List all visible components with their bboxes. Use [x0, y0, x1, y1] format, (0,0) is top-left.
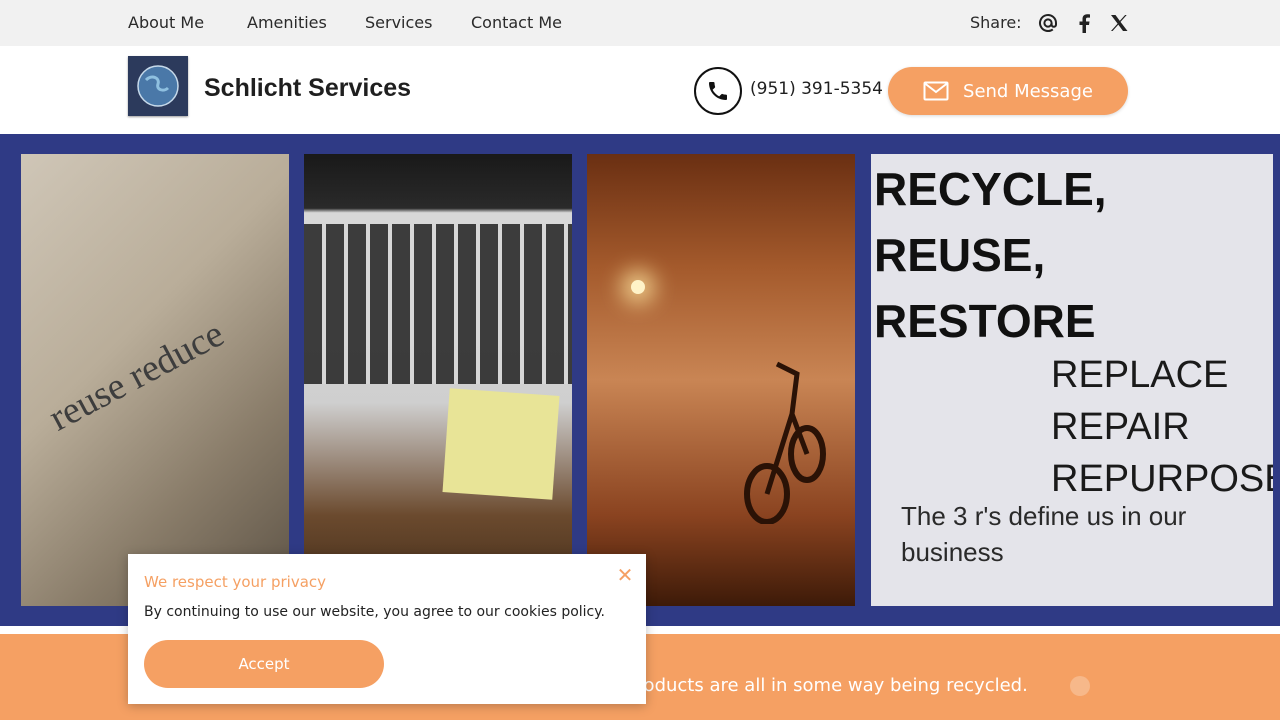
- r-word-repurpose: REPURPOSE: [1051, 458, 1273, 500]
- site-header: Schlicht Services (951) 391-5354 Send Me…: [0, 46, 1280, 134]
- hero-banner: reuse reduce RECYCLE, REUSE, RESTORE REP…: [0, 134, 1280, 626]
- keyboard-illustration: [304, 224, 572, 384]
- hero-text-panel: RECYCLE, REUSE, RESTORE REPLACE REPAIR R…: [871, 154, 1273, 606]
- hero-image-workshop: [587, 154, 855, 606]
- phone-icon[interactable]: [694, 67, 742, 115]
- nav-services[interactable]: Services: [365, 13, 432, 32]
- bicycle-icon: [744, 361, 826, 524]
- cookie-body: By continuing to use our website, you ag…: [144, 604, 605, 620]
- facebook-icon[interactable]: [1073, 12, 1095, 34]
- hero-image-laptop: [304, 154, 572, 606]
- logo[interactable]: [128, 56, 188, 116]
- send-message-button[interactable]: Send Message: [888, 67, 1128, 115]
- sticky-note: [442, 388, 560, 500]
- nav-contact-me[interactable]: Contact Me: [471, 13, 562, 32]
- r-word-repair: REPAIR: [1051, 406, 1190, 448]
- close-icon[interactable]: ✕: [616, 565, 634, 585]
- nav-about-me[interactable]: About Me: [128, 13, 204, 32]
- cookie-consent-dialog: We respect your privacy ✕ By continuing …: [128, 554, 646, 704]
- send-message-label: Send Message: [963, 80, 1093, 102]
- hero-tagline: The 3 r's define us in our business: [901, 501, 1187, 567]
- share-label: Share:: [970, 13, 1022, 32]
- lamp-light: [631, 280, 645, 294]
- accept-button[interactable]: Accept: [144, 640, 384, 688]
- brand-name[interactable]: Schlicht Services: [204, 74, 411, 103]
- hero-title-line: REUSE,: [874, 229, 1046, 281]
- hero-title: RECYCLE, REUSE, RESTORE: [874, 156, 1107, 354]
- hero-image-cardboard: reuse reduce: [21, 154, 289, 606]
- nav-amenities[interactable]: Amenities: [247, 13, 327, 32]
- banner-text: r products are all in some way being rec…: [612, 675, 1028, 696]
- hero-title-line: RESTORE: [874, 295, 1096, 347]
- banner-dot: [1070, 676, 1090, 696]
- r-word-replace: REPLACE: [1051, 354, 1229, 396]
- mail-icon: [923, 81, 949, 101]
- hero-title-line: RECYCLE,: [874, 163, 1107, 215]
- top-navigation: About Me Amenities Services Contact Me S…: [0, 0, 1280, 46]
- x-icon[interactable]: [1108, 12, 1130, 34]
- cookie-title: We respect your privacy: [144, 573, 327, 591]
- hero-image-text: reuse reduce: [42, 312, 231, 440]
- email-icon[interactable]: [1037, 12, 1059, 34]
- phone-number[interactable]: (951) 391-5354: [750, 79, 883, 99]
